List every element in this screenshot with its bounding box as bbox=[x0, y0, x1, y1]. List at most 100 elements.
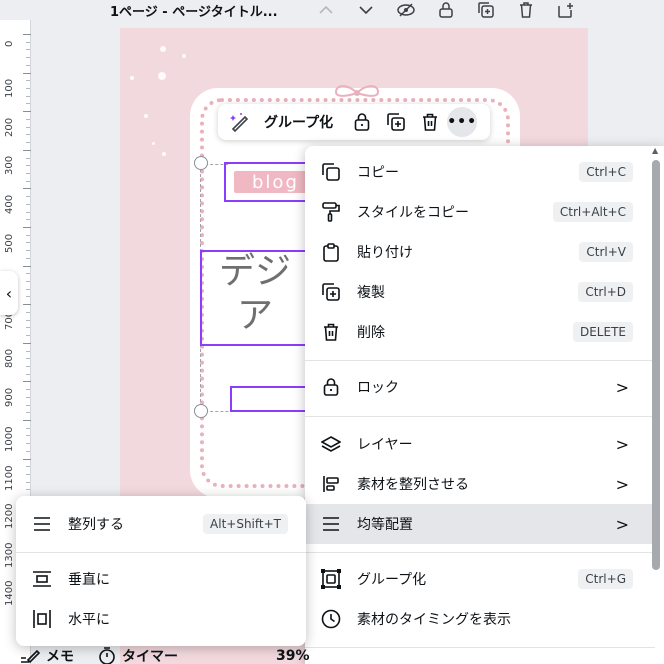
more-options-button[interactable]: ••• bbox=[447, 107, 478, 137]
menu-item-label: 素材のタイミングを表示 bbox=[357, 612, 511, 628]
lock-icon[interactable] bbox=[426, 0, 466, 20]
submenu-item-horizontal[interactable]: 水平に bbox=[16, 599, 306, 639]
ruler-minor-tick bbox=[26, 427, 30, 429]
submenu-item-tidy-up[interactable]: 整列する Alt+Shift+T bbox=[16, 504, 306, 544]
selected-element-outline bbox=[200, 250, 314, 346]
menu-item-layer[interactable]: レイヤー > bbox=[305, 424, 655, 464]
ruler-label: 900 bbox=[4, 387, 15, 407]
bottom-bar: メモ タイマー bbox=[20, 646, 178, 664]
ruler-tick bbox=[0, 72, 31, 74]
memo-button[interactable]: メモ bbox=[46, 646, 74, 664]
ruler-tick bbox=[0, 342, 31, 344]
ruler-minor-tick bbox=[26, 234, 30, 236]
resize-handle[interactable] bbox=[194, 404, 208, 418]
menu-item-label: 複製 bbox=[357, 285, 385, 301]
ruler-label: 800 bbox=[4, 349, 15, 369]
menu-item-group[interactable]: グループ化 Ctrl+G bbox=[305, 559, 655, 599]
ruler-minor-tick bbox=[26, 450, 30, 452]
ruler-tick bbox=[0, 381, 31, 383]
ruler-label: 1400 bbox=[4, 580, 15, 607]
distribute-vertical-icon bbox=[16, 571, 68, 587]
chevron-down-icon[interactable] bbox=[346, 0, 386, 20]
duplicate-page-icon[interactable] bbox=[466, 0, 506, 20]
menu-scrollbar[interactable] bbox=[652, 160, 660, 570]
ruler-minor-tick bbox=[26, 365, 30, 367]
ruler-minor-tick bbox=[26, 126, 30, 128]
ruler-label: 400 bbox=[4, 194, 15, 214]
resize-handle[interactable] bbox=[194, 156, 208, 170]
menu-item-duplicate[interactable]: 複製 Ctrl+D bbox=[305, 272, 655, 312]
clock-icon bbox=[305, 609, 357, 629]
ruler-minor-tick bbox=[26, 165, 30, 167]
submenu-item-vertical[interactable]: 垂直に bbox=[16, 559, 306, 599]
ruler-minor-tick bbox=[26, 350, 30, 352]
ruler-minor-tick bbox=[26, 142, 30, 144]
ruler-minor-tick bbox=[26, 396, 30, 398]
menu-item-copy-style[interactable]: スタイルをコピー Ctrl+Alt+C bbox=[305, 192, 655, 232]
menu-item-distribute[interactable]: 均等配置 > bbox=[305, 504, 655, 544]
selected-element-outline bbox=[230, 386, 314, 412]
clipboard-icon bbox=[305, 242, 357, 262]
ruler-minor-tick bbox=[26, 296, 30, 298]
shortcut-badge: Alt+Shift+T bbox=[203, 514, 288, 534]
align-left-icon bbox=[305, 475, 357, 493]
shortcut-badge: Ctrl+V bbox=[579, 242, 633, 262]
magic-edit-icon[interactable] bbox=[226, 111, 254, 133]
decor-dot bbox=[152, 142, 155, 145]
ruler-tick bbox=[0, 111, 31, 113]
ruler-label: 500 bbox=[4, 233, 15, 253]
shortcut-badge: DELETE bbox=[572, 322, 633, 342]
ruler-minor-tick bbox=[26, 257, 30, 259]
ruler-minor-tick bbox=[26, 203, 30, 205]
scroll-up-arrow-icon[interactable]: ▲ bbox=[652, 146, 658, 155]
menu-item-paste[interactable]: 貼り付け Ctrl+V bbox=[305, 232, 655, 272]
menu-item-label: スタイルをコピー bbox=[357, 205, 469, 221]
ruler-minor-tick bbox=[26, 157, 30, 159]
menu-item-label: 均等配置 bbox=[357, 517, 413, 533]
submenu-item-label: 水平に bbox=[68, 612, 110, 628]
ruler-minor-tick bbox=[26, 327, 30, 329]
menu-item-label: レイヤー bbox=[357, 437, 413, 453]
selected-element-outline bbox=[224, 162, 318, 202]
shortcut-badge: Ctrl+C bbox=[579, 162, 633, 182]
menu-divider bbox=[305, 360, 655, 361]
menu-item-delete[interactable]: 削除 DELETE bbox=[305, 312, 655, 352]
ruler-minor-tick bbox=[26, 319, 30, 321]
group-button[interactable]: グループ化 bbox=[264, 112, 333, 132]
group-icon bbox=[305, 569, 357, 589]
duplicate-icon[interactable] bbox=[379, 107, 413, 137]
ruler-minor-tick bbox=[26, 219, 30, 221]
element-toolbar: グループ化 ••• bbox=[218, 104, 490, 140]
chevron-up-icon[interactable] bbox=[306, 0, 346, 20]
collapse-panel-button[interactable]: ‹ bbox=[0, 271, 18, 315]
menu-item-show-timing[interactable]: 素材のタイミングを表示 bbox=[305, 599, 655, 639]
copy-icon bbox=[305, 163, 357, 181]
menu-item-align-elements[interactable]: 素材を整列させる > bbox=[305, 464, 655, 504]
ruler-label: 200 bbox=[4, 117, 15, 137]
ruler-minor-tick bbox=[26, 443, 30, 445]
decor-dot bbox=[144, 114, 148, 118]
shortcut-badge: Ctrl+G bbox=[578, 569, 633, 589]
lock-icon[interactable] bbox=[345, 107, 379, 137]
lock-icon bbox=[305, 378, 357, 396]
ruler-tick bbox=[0, 188, 31, 190]
ruler-minor-tick bbox=[26, 281, 30, 283]
submenu-item-label: 垂直に bbox=[68, 572, 110, 588]
trash-icon[interactable] bbox=[506, 0, 546, 20]
distribute-horizontal-icon bbox=[16, 609, 68, 629]
trash-icon[interactable] bbox=[413, 107, 447, 137]
chevron-right-icon: > bbox=[615, 377, 629, 397]
ruler-tick bbox=[0, 458, 31, 460]
ruler-tick bbox=[0, 227, 31, 228]
ruler-minor-tick bbox=[26, 358, 30, 360]
hide-eye-icon[interactable] bbox=[386, 0, 426, 20]
timer-button[interactable]: タイマー bbox=[122, 646, 178, 664]
page-title[interactable]: 1ページ - ページタイトル... bbox=[110, 1, 278, 20]
add-page-icon[interactable] bbox=[546, 0, 586, 20]
menu-item-copy[interactable]: コピー Ctrl+C bbox=[305, 152, 655, 192]
ruler-minor-tick bbox=[26, 80, 30, 82]
zoom-level[interactable]: 39% bbox=[276, 648, 310, 664]
decor-dot bbox=[130, 76, 134, 80]
menu-item-lock[interactable]: ロック > bbox=[305, 367, 655, 407]
chevron-right-icon: > bbox=[615, 514, 629, 534]
